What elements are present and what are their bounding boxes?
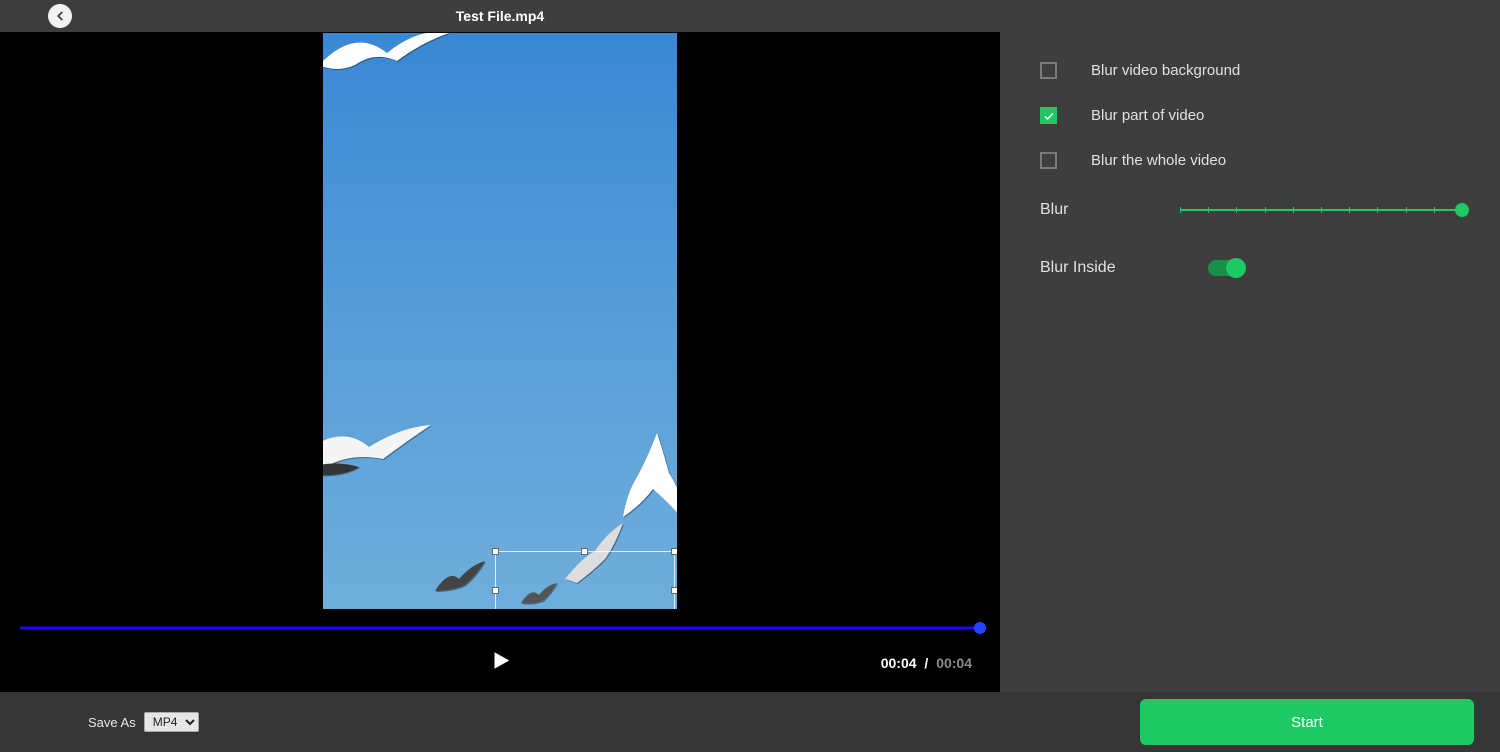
time-display: 00:04 / 00:04: [881, 655, 972, 671]
slider-tick: [1349, 207, 1350, 213]
slider-tick: [1377, 207, 1378, 213]
timeline-track: [20, 627, 980, 630]
file-title: Test File.mp4: [456, 8, 544, 24]
back-button[interactable]: [48, 4, 72, 28]
bird-icon: [323, 423, 433, 488]
slider-tick: [1434, 207, 1435, 213]
save-as-group: Save As MP4: [88, 712, 199, 732]
option-label: Blur part of video: [1091, 107, 1204, 124]
duration: 00:04: [936, 655, 972, 671]
slider-tick: [1180, 207, 1181, 213]
blur-option[interactable]: Blur the whole video: [1040, 152, 1462, 169]
blur-inside-row: Blur Inside: [1040, 259, 1462, 277]
play-button[interactable]: [489, 650, 511, 677]
footer-bar: Save As MP4 Start: [0, 692, 1500, 752]
bird-icon: [623, 433, 677, 528]
resize-handle-e[interactable]: [671, 587, 677, 594]
video-preview[interactable]: [0, 32, 1000, 610]
current-time: 00:04: [881, 655, 917, 671]
slider-tick: [1406, 207, 1407, 213]
main-area: 00:04 / 00:04 Blur video backgroundBlur …: [0, 32, 1500, 692]
checkbox[interactable]: [1040, 107, 1057, 124]
play-icon: [489, 650, 511, 672]
resize-handle-n[interactable]: [581, 548, 588, 555]
blur-inside-toggle[interactable]: [1208, 260, 1244, 276]
timeline-playhead[interactable]: [974, 622, 986, 634]
save-as-label: Save As: [88, 715, 136, 730]
resize-handle-w[interactable]: [492, 587, 499, 594]
blur-slider[interactable]: [1180, 203, 1462, 217]
format-select[interactable]: MP4: [144, 712, 199, 732]
blur-option[interactable]: Blur part of video: [1040, 107, 1462, 124]
toggle-knob: [1226, 258, 1246, 278]
blur-selection-region[interactable]: [495, 551, 675, 609]
slider-tick: [1208, 207, 1209, 213]
checkbox[interactable]: [1040, 62, 1057, 79]
bird-icon: [323, 33, 449, 90]
resize-handle-nw[interactable]: [492, 548, 499, 555]
slider-tick: [1236, 207, 1237, 213]
blur-row: Blur: [1040, 201, 1462, 219]
time-separator: /: [924, 655, 928, 671]
slider-tick: [1293, 207, 1294, 213]
blur-inside-label: Blur Inside: [1040, 259, 1208, 277]
settings-panel: Blur video background Blur part of video B…: [1000, 32, 1500, 692]
arrow-left-icon: [53, 9, 67, 23]
video-frame: [323, 33, 677, 609]
header-bar: Test File.mp4: [0, 0, 1000, 32]
slider-tick: [1265, 207, 1266, 213]
start-button[interactable]: Start: [1140, 699, 1474, 745]
player-controls: 00:04 / 00:04: [0, 638, 1000, 688]
check-icon: [1043, 110, 1055, 122]
option-label: Blur video background: [1091, 62, 1240, 79]
video-panel: 00:04 / 00:04: [0, 32, 1000, 692]
bird-icon: [435, 561, 485, 606]
timeline[interactable]: [20, 618, 980, 638]
resize-handle-ne[interactable]: [671, 548, 677, 555]
blur-option[interactable]: Blur video background: [1040, 62, 1462, 79]
blur-label: Blur: [1040, 201, 1180, 219]
slider-tick: [1321, 207, 1322, 213]
start-button-label: Start: [1291, 714, 1323, 731]
option-label: Blur the whole video: [1091, 152, 1226, 169]
blur-slider-thumb[interactable]: [1455, 203, 1469, 217]
checkbox[interactable]: [1040, 152, 1057, 169]
